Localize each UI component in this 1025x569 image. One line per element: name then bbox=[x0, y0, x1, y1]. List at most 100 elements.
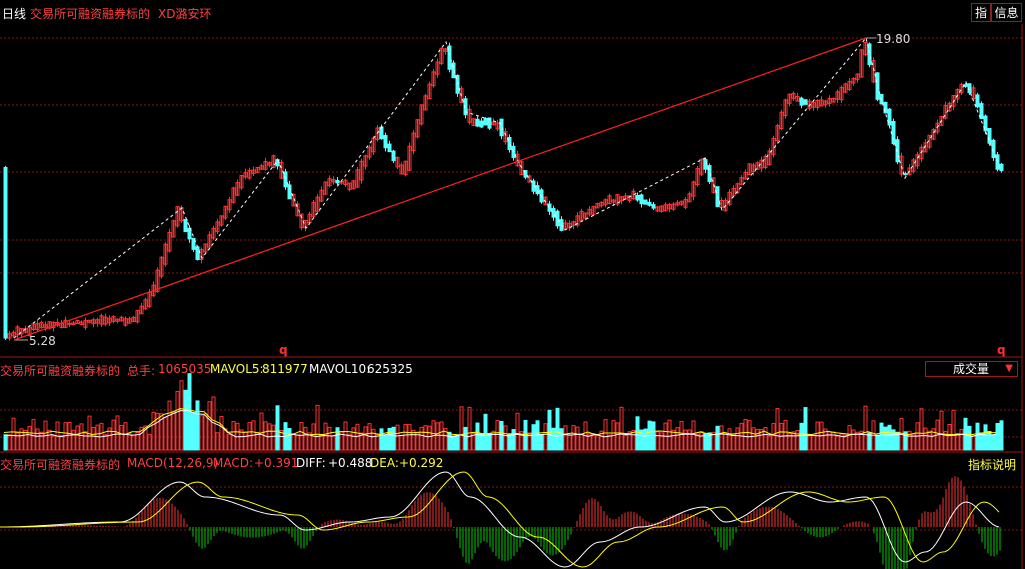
volume-bar bbox=[259, 412, 264, 451]
candle bbox=[511, 145, 516, 159]
volume-bar bbox=[767, 435, 772, 451]
candle bbox=[507, 136, 512, 151]
volume-bar bbox=[531, 424, 536, 451]
volume-bar bbox=[215, 432, 220, 451]
volume-bar bbox=[679, 420, 684, 451]
volume-bar bbox=[887, 424, 892, 451]
volume-bar bbox=[199, 415, 204, 451]
volume-bar bbox=[511, 429, 516, 451]
volume-bar bbox=[219, 415, 224, 451]
diff-label: DIFF: bbox=[296, 456, 326, 470]
dropdown-arrow-icon[interactable]: ▼ bbox=[1005, 362, 1013, 376]
volume-bar bbox=[631, 429, 636, 451]
volume-bar bbox=[655, 431, 660, 451]
volume-bar bbox=[275, 405, 280, 451]
volume-bar bbox=[423, 425, 428, 451]
candle bbox=[643, 199, 648, 205]
volume-bar bbox=[303, 427, 308, 451]
volume-bar bbox=[455, 434, 460, 451]
total-volume-value: 1065035 bbox=[158, 362, 212, 376]
volume-bar bbox=[419, 426, 424, 451]
volume-bar bbox=[835, 435, 840, 451]
volume-bar bbox=[371, 428, 376, 451]
volume-bar bbox=[743, 418, 748, 451]
candle bbox=[703, 159, 708, 170]
volume-bar bbox=[183, 389, 188, 451]
candle bbox=[283, 171, 288, 188]
volume-bar bbox=[439, 421, 444, 451]
volume-bar bbox=[351, 427, 356, 451]
volume-bar bbox=[459, 406, 464, 451]
volume-bar bbox=[811, 435, 816, 451]
volume-bar bbox=[331, 435, 336, 451]
candle bbox=[635, 194, 640, 201]
candlesticks bbox=[3, 41, 1004, 341]
volume-bar bbox=[603, 419, 608, 451]
candle bbox=[287, 184, 292, 200]
volume-bar bbox=[571, 425, 576, 451]
volume-bar bbox=[927, 430, 932, 451]
volume-bar bbox=[567, 434, 572, 451]
volume-bar bbox=[387, 427, 392, 451]
volume-bar bbox=[723, 433, 728, 451]
candle bbox=[379, 126, 384, 140]
volume-bar bbox=[923, 427, 928, 451]
volume-bar bbox=[983, 424, 988, 451]
candle bbox=[547, 203, 552, 212]
volume-bar bbox=[755, 428, 760, 451]
candle bbox=[475, 118, 480, 127]
volume-bar bbox=[163, 417, 168, 451]
volume-bar bbox=[475, 422, 480, 451]
volume-bar bbox=[123, 422, 128, 451]
volume-bar bbox=[615, 422, 620, 451]
volume-bar bbox=[991, 434, 996, 451]
volume-bar bbox=[951, 409, 956, 451]
volume-bar bbox=[239, 429, 244, 451]
volume-bar bbox=[671, 429, 676, 451]
volume-bar bbox=[383, 434, 388, 451]
volume-bar bbox=[223, 428, 228, 451]
volume-bar bbox=[595, 434, 600, 451]
volume-bar bbox=[995, 422, 1000, 451]
indicator-selector[interactable]: 成交量 ▼ bbox=[925, 361, 1018, 377]
volume-bar bbox=[171, 411, 176, 451]
volume-bar bbox=[783, 419, 788, 451]
dea-value: +0.292 bbox=[399, 456, 444, 470]
volume-bar bbox=[559, 428, 564, 451]
candle bbox=[335, 180, 340, 184]
candle bbox=[639, 194, 644, 205]
volume-bar bbox=[47, 429, 52, 451]
volume-bar bbox=[791, 431, 796, 451]
volume-bar bbox=[799, 422, 804, 451]
volume-bar bbox=[175, 390, 180, 451]
volume-bar bbox=[127, 432, 132, 451]
candle bbox=[979, 103, 984, 120]
volume-bar bbox=[287, 427, 292, 451]
volume-bar bbox=[447, 431, 452, 451]
volume-bar bbox=[411, 429, 416, 451]
volume-bar bbox=[667, 419, 672, 451]
volume-bar bbox=[3, 434, 8, 451]
volume-bar bbox=[463, 426, 468, 451]
candle bbox=[3, 167, 8, 339]
stock-chart[interactable] bbox=[0, 0, 1025, 569]
volume-bar bbox=[955, 432, 960, 451]
volume-bar bbox=[39, 431, 44, 451]
candle bbox=[383, 135, 388, 149]
mavol10-value: 625325 bbox=[367, 362, 413, 376]
volume-bar bbox=[807, 435, 812, 451]
volume-bar bbox=[399, 435, 404, 451]
volume-bar bbox=[867, 432, 872, 451]
volume-bar bbox=[971, 435, 976, 451]
volume-bar bbox=[775, 408, 780, 451]
volume-bar bbox=[735, 427, 740, 451]
volume-bar bbox=[395, 424, 400, 451]
volume-bar bbox=[715, 425, 720, 451]
volume-bar bbox=[59, 435, 64, 451]
volume-bar bbox=[547, 409, 552, 451]
volume-bar bbox=[27, 425, 32, 451]
trend-line bbox=[13, 37, 867, 341]
indicator-explain-link[interactable]: 指标说明 bbox=[968, 456, 1016, 473]
volume-bar bbox=[451, 435, 456, 451]
mavol5-label: MAVOL5: bbox=[210, 362, 264, 376]
